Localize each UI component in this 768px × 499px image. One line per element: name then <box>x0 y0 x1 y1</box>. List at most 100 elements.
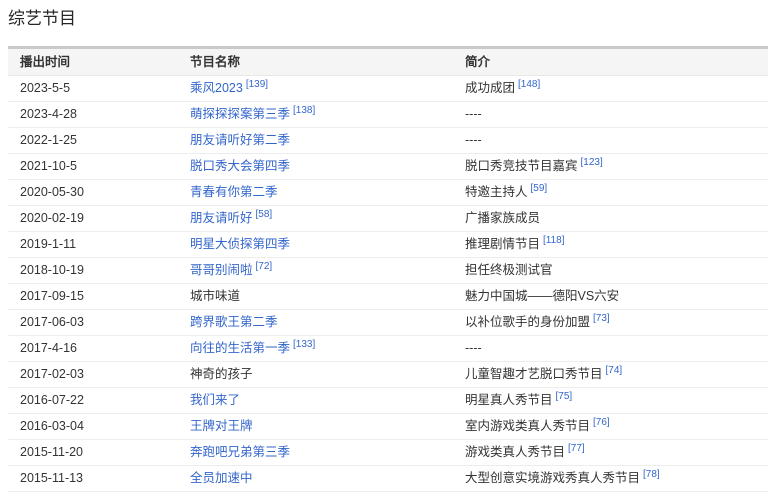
air-date-text: 2020-02-19 <box>20 211 84 225</box>
show-name-cell: 乘风2023[139] <box>178 76 453 102</box>
citation-ref[interactable]: [123] <box>581 157 603 168</box>
show-name-link[interactable]: 朋友请听好第二季 <box>190 133 290 147</box>
table-row: 2020-05-30青春有你第二季特邀主持人[59] <box>8 180 768 206</box>
citation-ref[interactable]: [59] <box>531 183 548 194</box>
air-date-cell: 2017-02-03 <box>8 362 178 388</box>
show-name-cell: 朋友请听好第二季 <box>178 128 453 154</box>
citation-ref[interactable]: [138] <box>293 105 315 116</box>
citation-ref[interactable]: [73] <box>593 313 610 324</box>
air-date-text: 2016-07-22 <box>20 393 84 407</box>
air-date-cell: 2023-5-5 <box>8 76 178 102</box>
air-date-text: 2017-02-03 <box>20 367 84 381</box>
intro-text: 魅力中国城——德阳VS六安 <box>465 289 619 303</box>
intro-text: 室内游戏类真人秀节目 <box>465 419 590 433</box>
show-name-link[interactable]: 跨界歌王第二季 <box>190 315 278 329</box>
air-date-cell: 2019-1-11 <box>8 232 178 258</box>
citation-ref[interactable]: [75] <box>556 391 573 402</box>
air-date-text: 2015-11-20 <box>20 445 83 459</box>
table-row: 2017-09-15 城市味道魅力中国城——德阳VS六安 <box>8 284 768 310</box>
show-name-cell: 脱口秀大会第四季 <box>178 154 453 180</box>
intro-cell: 成功成团[148] <box>453 76 768 102</box>
show-name-link[interactable]: 奔跑吧兄弟第三季 <box>190 445 290 459</box>
intro-text: 以补位歌手的身份加盟 <box>465 315 590 329</box>
citation-ref[interactable]: [133] <box>293 339 315 350</box>
table-row: 2022-1-25 朋友请听好第二季 ---- <box>8 128 768 154</box>
show-name-cell: 向往的生活第一季[133] <box>178 336 453 362</box>
show-name-link[interactable]: 脱口秀大会第四季 <box>190 159 290 173</box>
table-row: 2017-4-16 向往的生活第一季[133] ---- <box>8 336 768 362</box>
air-date-text: 2017-4-16 <box>20 341 77 355</box>
intro-cell: 游戏类真人秀节目[77] <box>453 440 768 466</box>
intro-text: 明星真人秀节目 <box>465 393 553 407</box>
intro-cell: 广播家族成员 <box>453 206 768 232</box>
intro-cell: 担任终极测试官 <box>453 258 768 284</box>
air-date-text: 2015-11-13 <box>20 471 83 485</box>
show-name-link[interactable]: 王牌对王牌 <box>190 419 253 433</box>
table-row: 2023-4-28 萌探探探案第三季[138] ---- <box>8 102 768 128</box>
show-name-link[interactable]: 我们来了 <box>190 393 240 407</box>
air-date-cell: 2020-02-19 <box>8 206 178 232</box>
intro-cell: ---- <box>453 128 768 154</box>
show-name-cell: 跨界歌王第二季 <box>178 310 453 336</box>
intro-text: ---- <box>465 133 482 147</box>
col-header-air-date: 播出时间 <box>8 48 178 76</box>
citation-ref[interactable]: [72] <box>256 261 273 272</box>
intro-cell: 大型创意实境游戏秀真人秀节目[78] <box>453 466 768 492</box>
citation-ref[interactable]: [77] <box>568 443 585 454</box>
air-date-text: 2022-1-25 <box>20 133 77 147</box>
intro-cell: ---- <box>453 336 768 362</box>
header-row: 播出时间 节目名称 简介 <box>8 48 768 76</box>
citation-ref[interactable]: [58] <box>256 209 273 220</box>
citation-ref[interactable]: [148] <box>518 79 540 90</box>
citation-ref[interactable]: [139] <box>246 79 268 90</box>
show-name-link[interactable]: 朋友请听好 <box>190 211 253 225</box>
table-row: 2015-11-13 全员加速中 大型创意实境游戏秀真人秀节目[78] <box>8 466 768 492</box>
variety-shows-table: 播出时间 节目名称 简介 2023-5-5乘风2023[139]成功成团[148… <box>8 46 768 492</box>
citation-ref[interactable]: [74] <box>606 365 623 376</box>
show-name-cell: 明星大侦探第四季 <box>178 232 453 258</box>
citation-ref[interactable]: [78] <box>643 469 660 480</box>
intro-cell: ---- <box>453 102 768 128</box>
intro-text: ---- <box>465 107 482 121</box>
air-date-cell: 2017-4-16 <box>8 336 178 362</box>
air-date-text: 2021-10-5 <box>20 159 77 173</box>
show-name-cell: 萌探探探案第三季[138] <box>178 102 453 128</box>
col-header-intro: 简介 <box>453 48 768 76</box>
show-name-cell: 城市味道 <box>178 284 453 310</box>
intro-cell: 脱口秀竞技节目嘉宾[123] <box>453 154 768 180</box>
intro-cell: 明星真人秀节目[75] <box>453 388 768 414</box>
show-name-link[interactable]: 明星大侦探第四季 <box>190 237 290 251</box>
intro-text: 担任终极测试官 <box>465 263 553 277</box>
air-date-cell: 2018-10-19 <box>8 258 178 284</box>
intro-cell: 以补位歌手的身份加盟[73] <box>453 310 768 336</box>
show-name-link[interactable]: 萌探探探案第三季 <box>190 107 290 121</box>
article-section: 综艺节目 播出时间 节目名称 简介 2023-5-5乘风2023[139]成功成… <box>0 9 768 492</box>
intro-cell: 魅力中国城——德阳VS六安 <box>453 284 768 310</box>
table-row: 2016-03-04王牌对王牌室内游戏类真人秀节目[76] <box>8 414 768 440</box>
table-row: 2015-11-20 奔跑吧兄弟第三季 游戏类真人秀节目[77] <box>8 440 768 466</box>
intro-text: 游戏类真人秀节目 <box>465 445 565 459</box>
citation-ref[interactable]: [76] <box>593 417 610 428</box>
intro-text: 大型创意实境游戏秀真人秀节目 <box>465 471 640 485</box>
air-date-text: 2023-4-28 <box>20 107 77 121</box>
table-row: 2020-02-19 朋友请听好[58] 广播家族成员 <box>8 206 768 232</box>
table-header: 播出时间 节目名称 简介 <box>8 48 768 76</box>
air-date-text: 2017-06-03 <box>20 315 84 329</box>
show-name-link[interactable]: 全员加速中 <box>190 471 253 485</box>
intro-text: ---- <box>465 341 482 355</box>
col-header-show-name: 节目名称 <box>178 48 453 76</box>
air-date-cell: 2015-11-13 <box>8 466 178 492</box>
air-date-cell: 2022-1-25 <box>8 128 178 154</box>
intro-text: 广播家族成员 <box>465 211 540 225</box>
intro-text: 儿童智趣才艺脱口秀节目 <box>465 367 603 381</box>
air-date-text: 2017-09-15 <box>20 289 84 303</box>
show-name-link[interactable]: 向往的生活第一季 <box>190 341 290 355</box>
show-name-link[interactable]: 乘风2023 <box>190 81 243 95</box>
show-name-text: 神奇的孩子 <box>190 367 253 381</box>
table-row: 2017-02-03 神奇的孩子 儿童智趣才艺脱口秀节目[74] <box>8 362 768 388</box>
air-date-cell: 2023-4-28 <box>8 102 178 128</box>
show-name-link[interactable]: 青春有你第二季 <box>190 185 278 199</box>
citation-ref[interactable]: [118] <box>543 235 565 246</box>
show-name-link[interactable]: 哥哥别闹啦 <box>190 263 253 277</box>
show-name-cell: 王牌对王牌 <box>178 414 453 440</box>
